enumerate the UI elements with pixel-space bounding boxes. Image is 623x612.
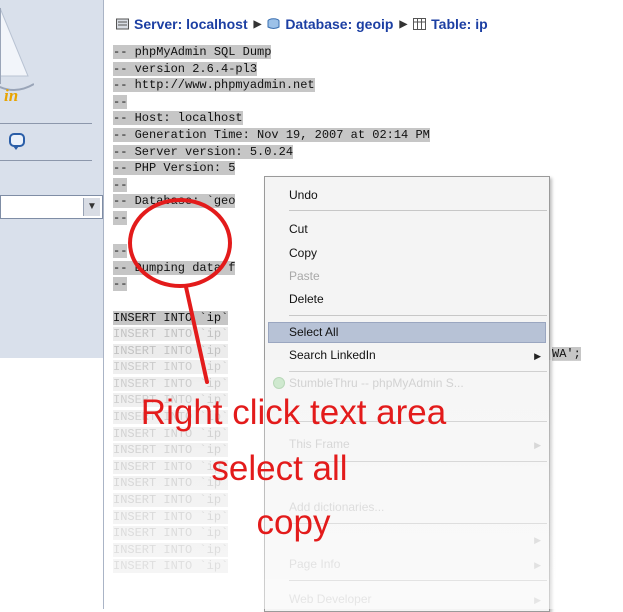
annotation-text-line-2: select all [211, 449, 348, 488]
annotation-text-line-3: copy [256, 503, 331, 542]
annotation-text-line-1: Right click text area [140, 393, 447, 432]
